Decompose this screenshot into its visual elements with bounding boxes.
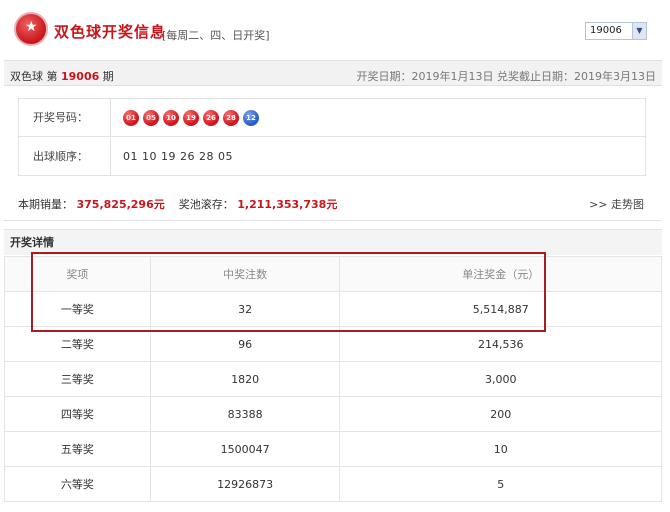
issue-select[interactable]: 19006 ▼: [585, 22, 647, 40]
issue-info-bar: 双色球 第 19006 期 开奖日期：2019年1月13日 兑奖截止日期：201…: [4, 60, 662, 86]
red-ball: 19: [183, 110, 199, 126]
draw-order-label: 出球顺序：: [19, 138, 111, 176]
red-ball: 05: [143, 110, 159, 126]
sales-value: 375,825,296元: [76, 198, 165, 211]
ball-list: 01 05 10 19 26 28 12: [123, 110, 263, 126]
prize-amount: 10: [339, 431, 662, 467]
page-header: 双色球开奖信息 [每周二、四、日开奖] 19006 ▼: [0, 0, 670, 56]
red-ball: 01: [123, 110, 139, 126]
prize-amount: 3,000: [339, 361, 662, 397]
winning-numbers-box: 开奖号码： 01 05 10 19 26 28 12 出球顺序： 01 10 19 26 2…: [18, 98, 646, 176]
table-row: 三等奖 1820 3,000: [4, 361, 662, 397]
lottery-logo-icon: [14, 12, 48, 46]
issue-suffix: 期: [102, 70, 114, 83]
sales-label: 本期销量：: [18, 198, 73, 211]
divider: [4, 220, 662, 221]
winner-count: 12926873: [149, 466, 341, 502]
prize-level: 六等奖: [4, 466, 151, 502]
red-ball: 10: [163, 110, 179, 126]
issue-prefix: 双色球 第: [10, 70, 58, 83]
page-title: 双色球开奖信息: [54, 23, 167, 41]
table-row: 五等奖 1500047 10: [4, 431, 662, 467]
trend-chart-link[interactable]: >> 走势图: [589, 196, 644, 212]
first-prize-highlight-box: [31, 252, 546, 332]
winner-count: 1820: [149, 361, 341, 397]
draw-order-value: 01 10 19 26 28 05: [123, 150, 233, 163]
red-ball: 28: [223, 110, 239, 126]
red-ball: 26: [203, 110, 219, 126]
winner-count: 83388: [149, 396, 341, 432]
prize-level: 三等奖: [4, 361, 151, 397]
prize-level: 五等奖: [4, 431, 151, 467]
blue-ball: 12: [243, 110, 259, 126]
table-row: 六等奖 12926873 5: [4, 466, 662, 502]
draw-date: 开奖日期：2019年1月13日: [356, 70, 494, 83]
prize-amount: 200: [339, 396, 662, 432]
draw-order-row: 出球顺序： 01 10 19 26 28 05: [19, 138, 645, 176]
prize-level: 四等奖: [4, 396, 151, 432]
issue-number: 19006: [61, 70, 100, 83]
issue-dates: 开奖日期：2019年1月13日 兑奖截止日期：2019年3月13日: [357, 68, 657, 84]
pool-value: 1,211,353,738元: [237, 198, 338, 211]
prize-amount: 5: [339, 466, 662, 502]
winning-numbers-row: 开奖号码： 01 05 10 19 26 28 12: [19, 99, 645, 137]
winner-count: 1500047: [149, 431, 341, 467]
pool-label: 奖池滚存：: [178, 198, 234, 211]
winning-numbers-label: 开奖号码：: [19, 99, 111, 137]
issue-line: 双色球 第 19006 期: [10, 68, 114, 84]
table-row: 四等奖 83388 200: [4, 396, 662, 432]
sales-line: 本期销量： 375,825,296元 奖池滚存： 1,211,353,738元: [18, 196, 337, 212]
issue-select-value: 19006: [590, 25, 622, 36]
chevron-down-icon[interactable]: ▼: [632, 23, 646, 39]
draw-days-note: [每周二、四、日开奖]: [162, 29, 270, 42]
claim-deadline: 兑奖截止日期：2019年3月13日: [497, 70, 656, 83]
